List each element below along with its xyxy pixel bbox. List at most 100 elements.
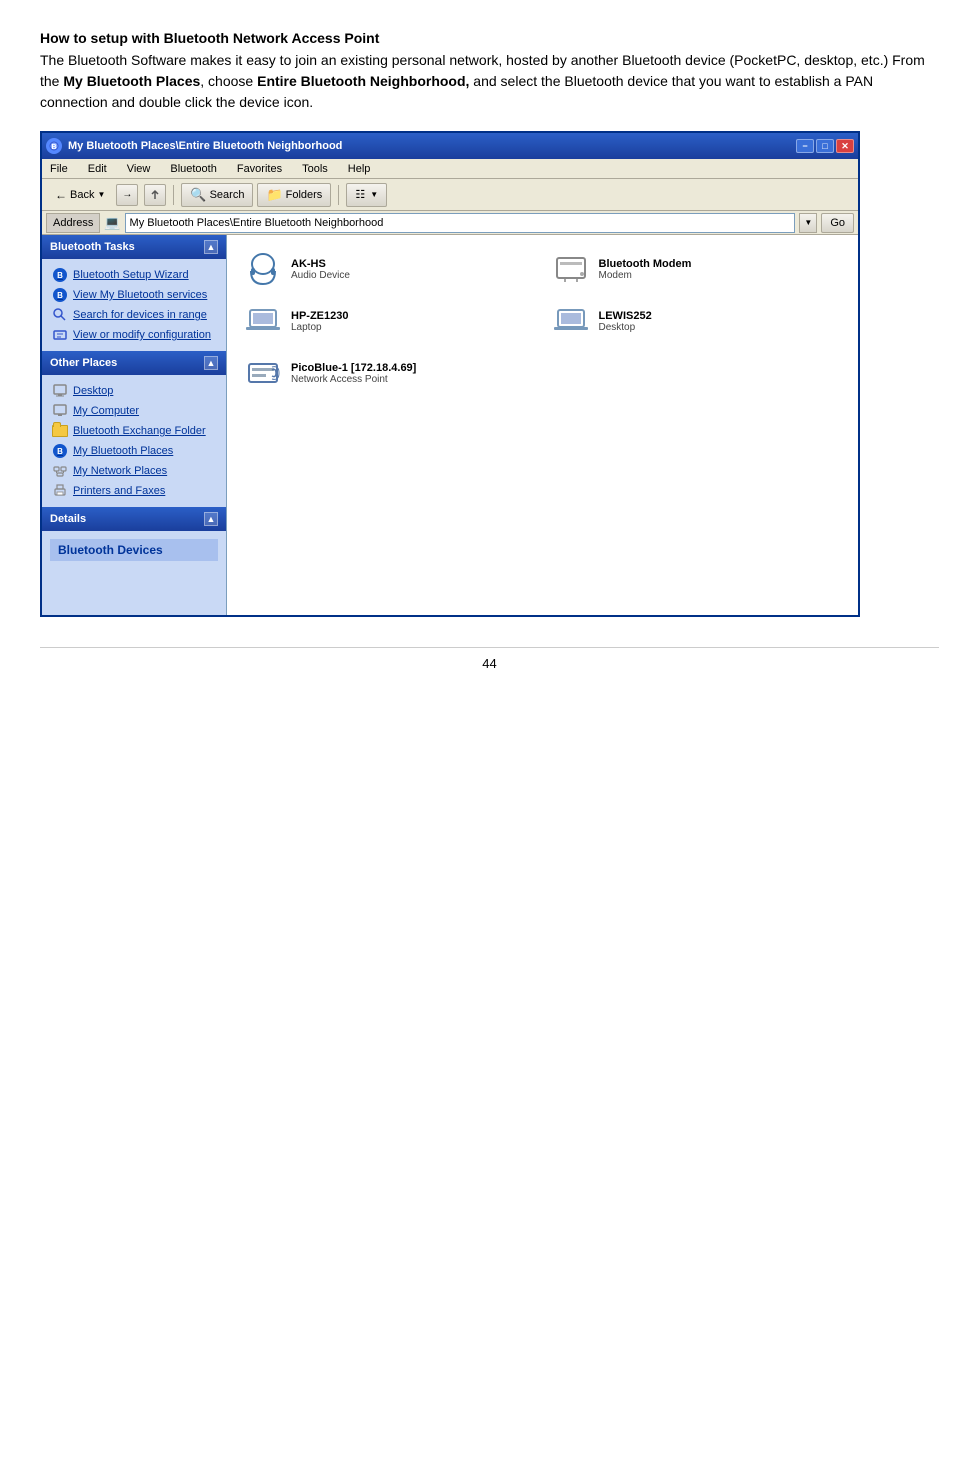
ak-hs-type: Audio Device	[291, 270, 350, 281]
tasks-section-title: Bluetooth Tasks	[50, 241, 135, 253]
sidebar-tasks-section: Bluetooth Tasks ▲ B Bluetooth Setup Wiza…	[42, 235, 226, 351]
sidebar: Bluetooth Tasks ▲ B Bluetooth Setup Wiza…	[42, 235, 227, 615]
maximize-button[interactable]: □	[816, 139, 834, 153]
details-collapse-button[interactable]: ▲	[204, 512, 218, 526]
go-label: Go	[830, 217, 845, 229]
hp-laptop-name: HP-ZE1230	[291, 310, 348, 322]
address-go-button[interactable]: Go	[821, 213, 854, 233]
ak-hs-info: AK-HS Audio Device	[291, 258, 350, 281]
view-dropdown-icon: ▼	[370, 190, 378, 199]
printers-icon	[52, 483, 68, 499]
menubar: File Edit View Bluetooth Favorites Tools…	[42, 159, 858, 179]
device-picoblue[interactable]: PicoBlue-1 [172.18.4.69] Network Access …	[237, 349, 541, 397]
menu-view[interactable]: View	[123, 161, 155, 177]
bt-modem-info: Bluetooth Modem Modem	[599, 258, 692, 281]
folders-label: Folders	[286, 189, 323, 201]
sidebar-item-bt-exchange[interactable]: Bluetooth Exchange Folder	[46, 421, 222, 441]
sidebar-item-search-devices[interactable]: Search for devices in range	[46, 305, 222, 325]
details-section-title: Details	[50, 513, 86, 525]
back-dropdown-icon: ▼	[97, 190, 105, 199]
network-places-icon	[52, 463, 68, 479]
sidebar-item-network-places[interactable]: My Network Places	[46, 461, 222, 481]
ak-hs-name: AK-HS	[291, 258, 350, 270]
addressbar: Address 💻 My Bluetooth Places\Entire Blu…	[42, 211, 858, 235]
page-footer: 44	[40, 647, 939, 671]
picoblue-type: Network Access Point	[291, 374, 416, 385]
other-collapse-button[interactable]: ▲	[204, 356, 218, 370]
other-section-content: Desktop My Computer	[42, 375, 226, 507]
printers-label: Printers and Faxes	[73, 485, 165, 497]
view-button[interactable]: ☷ ▼	[346, 183, 387, 207]
tasks-collapse-button[interactable]: ▲	[204, 240, 218, 254]
toolbar: ← Back ▼ → 🔍 Search 📁 Folders	[42, 179, 858, 211]
search-button[interactable]: 🔍 Search	[181, 183, 253, 207]
menu-help[interactable]: Help	[344, 161, 375, 177]
bold-text-1: My Bluetooth Places	[63, 73, 200, 89]
body-text-2: , choose	[200, 73, 257, 89]
titlebar-buttons[interactable]: − □ ✕	[796, 139, 854, 153]
bold-text-2: Entire Bluetooth Neighborhood,	[257, 73, 469, 89]
sidebar-item-modify-config[interactable]: View or modify configuration	[46, 325, 222, 345]
back-arrow-icon: ←	[55, 188, 67, 202]
menu-edit[interactable]: Edit	[84, 161, 111, 177]
minimize-button[interactable]: −	[796, 139, 814, 153]
bt-exchange-label: Bluetooth Exchange Folder	[73, 425, 206, 437]
lewis252-info: LEWIS252 Desktop	[599, 310, 652, 333]
ak-hs-icon	[243, 249, 283, 289]
bt-places-icon: B	[52, 443, 68, 459]
section-heading: How to setup with Bluetooth Network Acce…	[40, 30, 939, 46]
sidebar-item-setup-wizard[interactable]: B Bluetooth Setup Wizard	[46, 265, 222, 285]
search-icon: 🔍	[190, 187, 206, 203]
sidebar-details-section: Details ▲ Bluetooth Devices	[42, 507, 226, 569]
titlebar: B My Bluetooth Places\Entire Bluetooth N…	[42, 133, 858, 159]
address-input[interactable]: My Bluetooth Places\Entire Bluetooth Nei…	[125, 213, 796, 233]
device-ak-hs[interactable]: AK-HS Audio Device	[237, 245, 541, 293]
other-section-header[interactable]: Other Places ▲	[42, 351, 226, 375]
lewis252-type: Desktop	[599, 322, 652, 333]
picoblue-icon	[243, 353, 283, 393]
back-button[interactable]: ← Back ▼	[48, 182, 112, 208]
explorer-window: B My Bluetooth Places\Entire Bluetooth N…	[40, 131, 860, 617]
details-content: Bluetooth Devices	[42, 531, 226, 569]
setup-wizard-icon: B	[52, 267, 68, 283]
menu-bluetooth[interactable]: Bluetooth	[166, 161, 220, 177]
picoblue-info: PicoBlue-1 [172.18.4.69] Network Access …	[291, 362, 416, 385]
menu-file[interactable]: File	[46, 161, 72, 177]
sidebar-item-my-computer[interactable]: My Computer	[46, 401, 222, 421]
back-label: Back	[70, 189, 94, 201]
sidebar-item-bt-places[interactable]: B My Bluetooth Places	[46, 441, 222, 461]
up-button[interactable]	[144, 184, 166, 206]
toolbar-separator-1	[173, 185, 174, 205]
device-hp-laptop[interactable]: HP-ZE1230 Laptop	[237, 297, 541, 345]
sidebar-item-view-services[interactable]: B View My Bluetooth services	[46, 285, 222, 305]
hp-laptop-type: Laptop	[291, 322, 348, 333]
sidebar-other-section: Other Places ▲ Des	[42, 351, 226, 507]
folders-icon: 📁	[266, 187, 282, 203]
forward-button[interactable]: →	[116, 184, 138, 206]
page-number: 44	[482, 656, 496, 671]
close-button[interactable]: ✕	[836, 139, 854, 153]
lewis252-name: LEWIS252	[599, 310, 652, 322]
bt-modem-icon	[551, 249, 591, 289]
lewis252-icon	[551, 301, 591, 341]
folders-button[interactable]: 📁 Folders	[257, 183, 331, 207]
main-content: Bluetooth Tasks ▲ B Bluetooth Setup Wiza…	[42, 235, 858, 615]
sidebar-item-desktop[interactable]: Desktop	[46, 381, 222, 401]
address-label: Address	[46, 213, 100, 233]
bt-exchange-folder-icon	[52, 423, 68, 439]
address-dropdown[interactable]: ▼	[799, 213, 817, 233]
titlebar-left: B My Bluetooth Places\Entire Bluetooth N…	[46, 138, 342, 154]
bt-modem-name: Bluetooth Modem	[599, 258, 692, 270]
search-label: Search	[210, 189, 245, 201]
search-devices-icon	[52, 307, 68, 323]
details-bt-label: Bluetooth Devices	[50, 539, 218, 561]
tasks-section-header[interactable]: Bluetooth Tasks ▲	[42, 235, 226, 259]
menu-tools[interactable]: Tools	[298, 161, 332, 177]
device-bt-modem[interactable]: Bluetooth Modem Modem	[545, 245, 849, 293]
heading-text: How to setup with Bluetooth Network Acce…	[40, 30, 379, 46]
menu-favorites[interactable]: Favorites	[233, 161, 286, 177]
device-lewis252[interactable]: LEWIS252 Desktop	[545, 297, 849, 345]
details-section-header[interactable]: Details ▲	[42, 507, 226, 531]
other-section-title: Other Places	[50, 357, 117, 369]
sidebar-item-printers[interactable]: Printers and Faxes	[46, 481, 222, 501]
